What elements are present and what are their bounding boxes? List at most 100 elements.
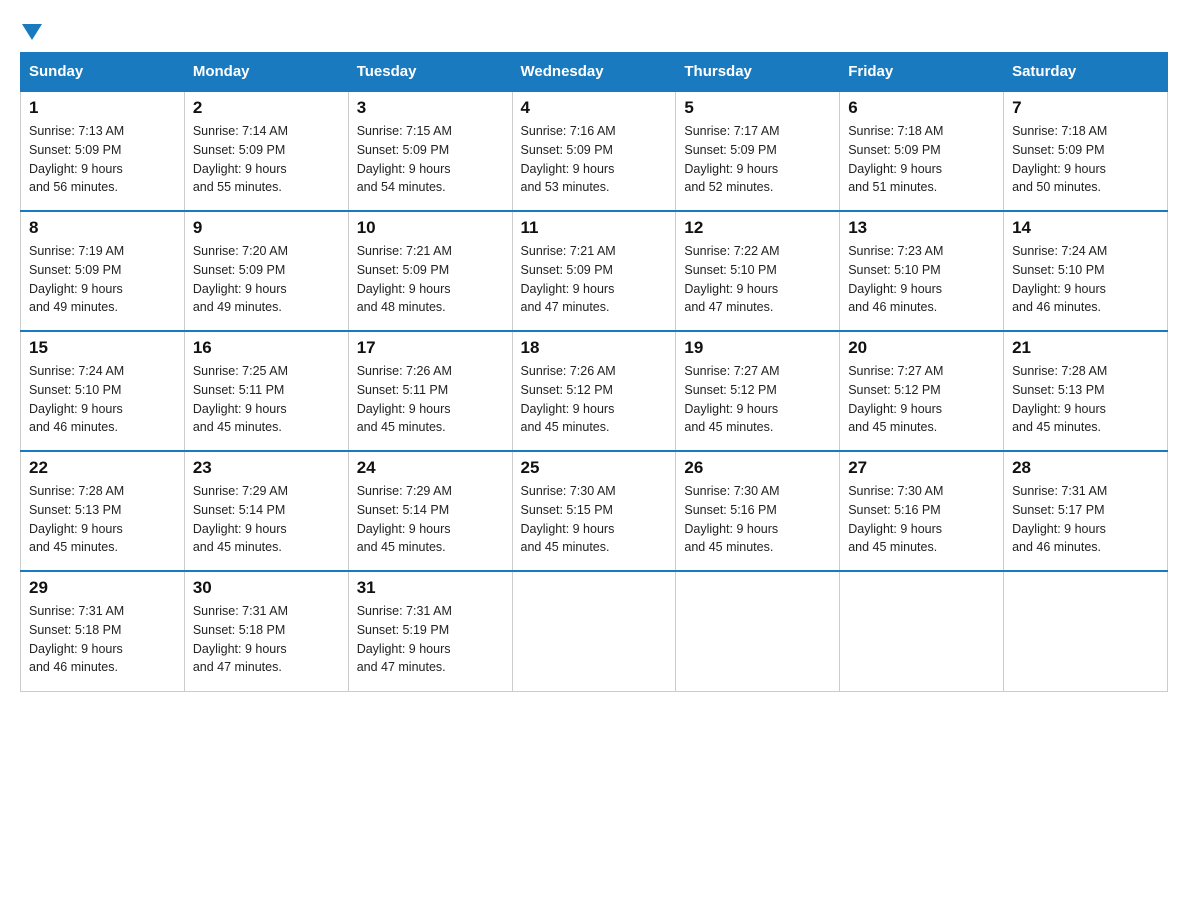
day-info: Sunrise: 7:18 AM Sunset: 5:09 PM Dayligh… [848, 122, 995, 197]
day-number: 15 [29, 338, 176, 358]
calendar-week-row: 15 Sunrise: 7:24 AM Sunset: 5:10 PM Dayl… [21, 331, 1168, 451]
day-info: Sunrise: 7:22 AM Sunset: 5:10 PM Dayligh… [684, 242, 831, 317]
calendar-cell: 2 Sunrise: 7:14 AM Sunset: 5:09 PM Dayli… [184, 91, 348, 211]
day-info: Sunrise: 7:26 AM Sunset: 5:12 PM Dayligh… [521, 362, 668, 437]
day-info: Sunrise: 7:25 AM Sunset: 5:11 PM Dayligh… [193, 362, 340, 437]
calendar-table: SundayMondayTuesdayWednesdayThursdayFrid… [20, 52, 1168, 692]
day-info: Sunrise: 7:27 AM Sunset: 5:12 PM Dayligh… [684, 362, 831, 437]
column-header-tuesday: Tuesday [348, 53, 512, 92]
day-info: Sunrise: 7:29 AM Sunset: 5:14 PM Dayligh… [193, 482, 340, 557]
day-number: 18 [521, 338, 668, 358]
day-number: 21 [1012, 338, 1159, 358]
calendar-cell: 25 Sunrise: 7:30 AM Sunset: 5:15 PM Dayl… [512, 451, 676, 571]
day-info: Sunrise: 7:23 AM Sunset: 5:10 PM Dayligh… [848, 242, 995, 317]
day-info: Sunrise: 7:26 AM Sunset: 5:11 PM Dayligh… [357, 362, 504, 437]
day-info: Sunrise: 7:20 AM Sunset: 5:09 PM Dayligh… [193, 242, 340, 317]
calendar-cell: 27 Sunrise: 7:30 AM Sunset: 5:16 PM Dayl… [840, 451, 1004, 571]
calendar-cell: 13 Sunrise: 7:23 AM Sunset: 5:10 PM Dayl… [840, 211, 1004, 331]
day-number: 12 [684, 218, 831, 238]
calendar-cell [1004, 571, 1168, 691]
logo [20, 20, 44, 36]
day-number: 28 [1012, 458, 1159, 478]
calendar-week-row: 22 Sunrise: 7:28 AM Sunset: 5:13 PM Dayl… [21, 451, 1168, 571]
day-info: Sunrise: 7:18 AM Sunset: 5:09 PM Dayligh… [1012, 122, 1159, 197]
column-header-saturday: Saturday [1004, 53, 1168, 92]
day-number: 9 [193, 218, 340, 238]
day-number: 11 [521, 218, 668, 238]
day-number: 24 [357, 458, 504, 478]
day-number: 6 [848, 98, 995, 118]
calendar-cell: 14 Sunrise: 7:24 AM Sunset: 5:10 PM Dayl… [1004, 211, 1168, 331]
column-header-friday: Friday [840, 53, 1004, 92]
day-info: Sunrise: 7:21 AM Sunset: 5:09 PM Dayligh… [521, 242, 668, 317]
calendar-cell: 24 Sunrise: 7:29 AM Sunset: 5:14 PM Dayl… [348, 451, 512, 571]
day-number: 16 [193, 338, 340, 358]
calendar-week-row: 1 Sunrise: 7:13 AM Sunset: 5:09 PM Dayli… [21, 91, 1168, 211]
calendar-cell: 23 Sunrise: 7:29 AM Sunset: 5:14 PM Dayl… [184, 451, 348, 571]
day-number: 31 [357, 578, 504, 598]
calendar-cell: 16 Sunrise: 7:25 AM Sunset: 5:11 PM Dayl… [184, 331, 348, 451]
day-info: Sunrise: 7:30 AM Sunset: 5:16 PM Dayligh… [848, 482, 995, 557]
calendar-cell: 4 Sunrise: 7:16 AM Sunset: 5:09 PM Dayli… [512, 91, 676, 211]
logo-triangle-icon [22, 24, 42, 40]
day-number: 29 [29, 578, 176, 598]
day-info: Sunrise: 7:24 AM Sunset: 5:10 PM Dayligh… [1012, 242, 1159, 317]
calendar-cell: 29 Sunrise: 7:31 AM Sunset: 5:18 PM Dayl… [21, 571, 185, 691]
calendar-header: SundayMondayTuesdayWednesdayThursdayFrid… [21, 53, 1168, 92]
calendar-cell: 9 Sunrise: 7:20 AM Sunset: 5:09 PM Dayli… [184, 211, 348, 331]
day-number: 27 [848, 458, 995, 478]
column-header-wednesday: Wednesday [512, 53, 676, 92]
calendar-cell [840, 571, 1004, 691]
day-number: 25 [521, 458, 668, 478]
calendar-cell: 6 Sunrise: 7:18 AM Sunset: 5:09 PM Dayli… [840, 91, 1004, 211]
day-info: Sunrise: 7:29 AM Sunset: 5:14 PM Dayligh… [357, 482, 504, 557]
day-number: 10 [357, 218, 504, 238]
day-number: 13 [848, 218, 995, 238]
day-info: Sunrise: 7:31 AM Sunset: 5:18 PM Dayligh… [193, 602, 340, 677]
day-number: 3 [357, 98, 504, 118]
calendar-cell: 28 Sunrise: 7:31 AM Sunset: 5:17 PM Dayl… [1004, 451, 1168, 571]
day-info: Sunrise: 7:28 AM Sunset: 5:13 PM Dayligh… [29, 482, 176, 557]
day-number: 23 [193, 458, 340, 478]
calendar-cell: 17 Sunrise: 7:26 AM Sunset: 5:11 PM Dayl… [348, 331, 512, 451]
day-info: Sunrise: 7:24 AM Sunset: 5:10 PM Dayligh… [29, 362, 176, 437]
day-number: 22 [29, 458, 176, 478]
day-info: Sunrise: 7:28 AM Sunset: 5:13 PM Dayligh… [1012, 362, 1159, 437]
day-info: Sunrise: 7:15 AM Sunset: 5:09 PM Dayligh… [357, 122, 504, 197]
day-info: Sunrise: 7:31 AM Sunset: 5:17 PM Dayligh… [1012, 482, 1159, 557]
calendar-cell: 1 Sunrise: 7:13 AM Sunset: 5:09 PM Dayli… [21, 91, 185, 211]
calendar-cell: 18 Sunrise: 7:26 AM Sunset: 5:12 PM Dayl… [512, 331, 676, 451]
day-info: Sunrise: 7:30 AM Sunset: 5:16 PM Dayligh… [684, 482, 831, 557]
day-info: Sunrise: 7:27 AM Sunset: 5:12 PM Dayligh… [848, 362, 995, 437]
day-number: 5 [684, 98, 831, 118]
calendar-cell: 30 Sunrise: 7:31 AM Sunset: 5:18 PM Dayl… [184, 571, 348, 691]
page-header [20, 20, 1168, 36]
calendar-week-row: 8 Sunrise: 7:19 AM Sunset: 5:09 PM Dayli… [21, 211, 1168, 331]
calendar-cell: 11 Sunrise: 7:21 AM Sunset: 5:09 PM Dayl… [512, 211, 676, 331]
day-number: 19 [684, 338, 831, 358]
calendar-cell: 5 Sunrise: 7:17 AM Sunset: 5:09 PM Dayli… [676, 91, 840, 211]
day-info: Sunrise: 7:13 AM Sunset: 5:09 PM Dayligh… [29, 122, 176, 197]
calendar-cell: 20 Sunrise: 7:27 AM Sunset: 5:12 PM Dayl… [840, 331, 1004, 451]
day-number: 14 [1012, 218, 1159, 238]
calendar-cell: 21 Sunrise: 7:28 AM Sunset: 5:13 PM Dayl… [1004, 331, 1168, 451]
day-info: Sunrise: 7:30 AM Sunset: 5:15 PM Dayligh… [521, 482, 668, 557]
column-header-monday: Monday [184, 53, 348, 92]
day-info: Sunrise: 7:14 AM Sunset: 5:09 PM Dayligh… [193, 122, 340, 197]
calendar-cell: 12 Sunrise: 7:22 AM Sunset: 5:10 PM Dayl… [676, 211, 840, 331]
day-info: Sunrise: 7:31 AM Sunset: 5:19 PM Dayligh… [357, 602, 504, 677]
day-number: 4 [521, 98, 668, 118]
day-number: 7 [1012, 98, 1159, 118]
calendar-cell [512, 571, 676, 691]
calendar-cell: 10 Sunrise: 7:21 AM Sunset: 5:09 PM Dayl… [348, 211, 512, 331]
day-number: 17 [357, 338, 504, 358]
column-header-sunday: Sunday [21, 53, 185, 92]
calendar-cell: 19 Sunrise: 7:27 AM Sunset: 5:12 PM Dayl… [676, 331, 840, 451]
column-header-thursday: Thursday [676, 53, 840, 92]
day-info: Sunrise: 7:21 AM Sunset: 5:09 PM Dayligh… [357, 242, 504, 317]
calendar-cell [676, 571, 840, 691]
calendar-week-row: 29 Sunrise: 7:31 AM Sunset: 5:18 PM Dayl… [21, 571, 1168, 691]
calendar-cell: 15 Sunrise: 7:24 AM Sunset: 5:10 PM Dayl… [21, 331, 185, 451]
calendar-cell: 3 Sunrise: 7:15 AM Sunset: 5:09 PM Dayli… [348, 91, 512, 211]
calendar-cell: 8 Sunrise: 7:19 AM Sunset: 5:09 PM Dayli… [21, 211, 185, 331]
